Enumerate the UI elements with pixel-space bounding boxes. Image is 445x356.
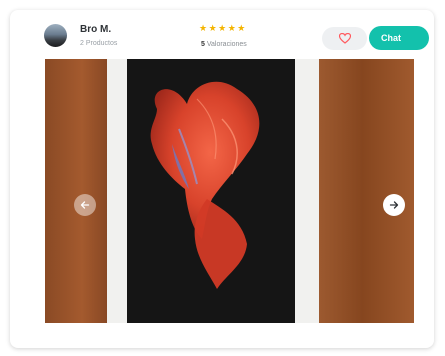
ratings-count: 5 <box>201 41 205 48</box>
arrow-right-icon <box>389 201 399 209</box>
gallery-pagination <box>209 323 231 327</box>
seller-products-count: 2 Productos <box>80 40 118 47</box>
rating-stars: ★★★★★ <box>199 23 247 33</box>
pagination-dot[interactable] <box>209 323 213 327</box>
seller-name[interactable]: Bro M. <box>80 24 111 35</box>
fish-wallpaper <box>150 81 260 289</box>
pagination-dot[interactable] <box>227 323 231 327</box>
heart-icon <box>338 33 351 44</box>
previous-image-button[interactable] <box>74 194 96 216</box>
product-image-gallery[interactable] <box>45 59 414 323</box>
phone-screen <box>127 59 295 323</box>
chat-button[interactable]: Chat <box>369 26 429 50</box>
ratings-label: Valoraciones <box>206 41 247 48</box>
seller-avatar[interactable] <box>44 24 67 47</box>
pagination-dot[interactable] <box>218 323 222 327</box>
arrow-left-icon <box>80 201 90 209</box>
next-image-button[interactable] <box>383 194 405 216</box>
ratings-summary: 5 Valoraciones <box>201 41 247 48</box>
favorite-button[interactable] <box>322 27 367 50</box>
